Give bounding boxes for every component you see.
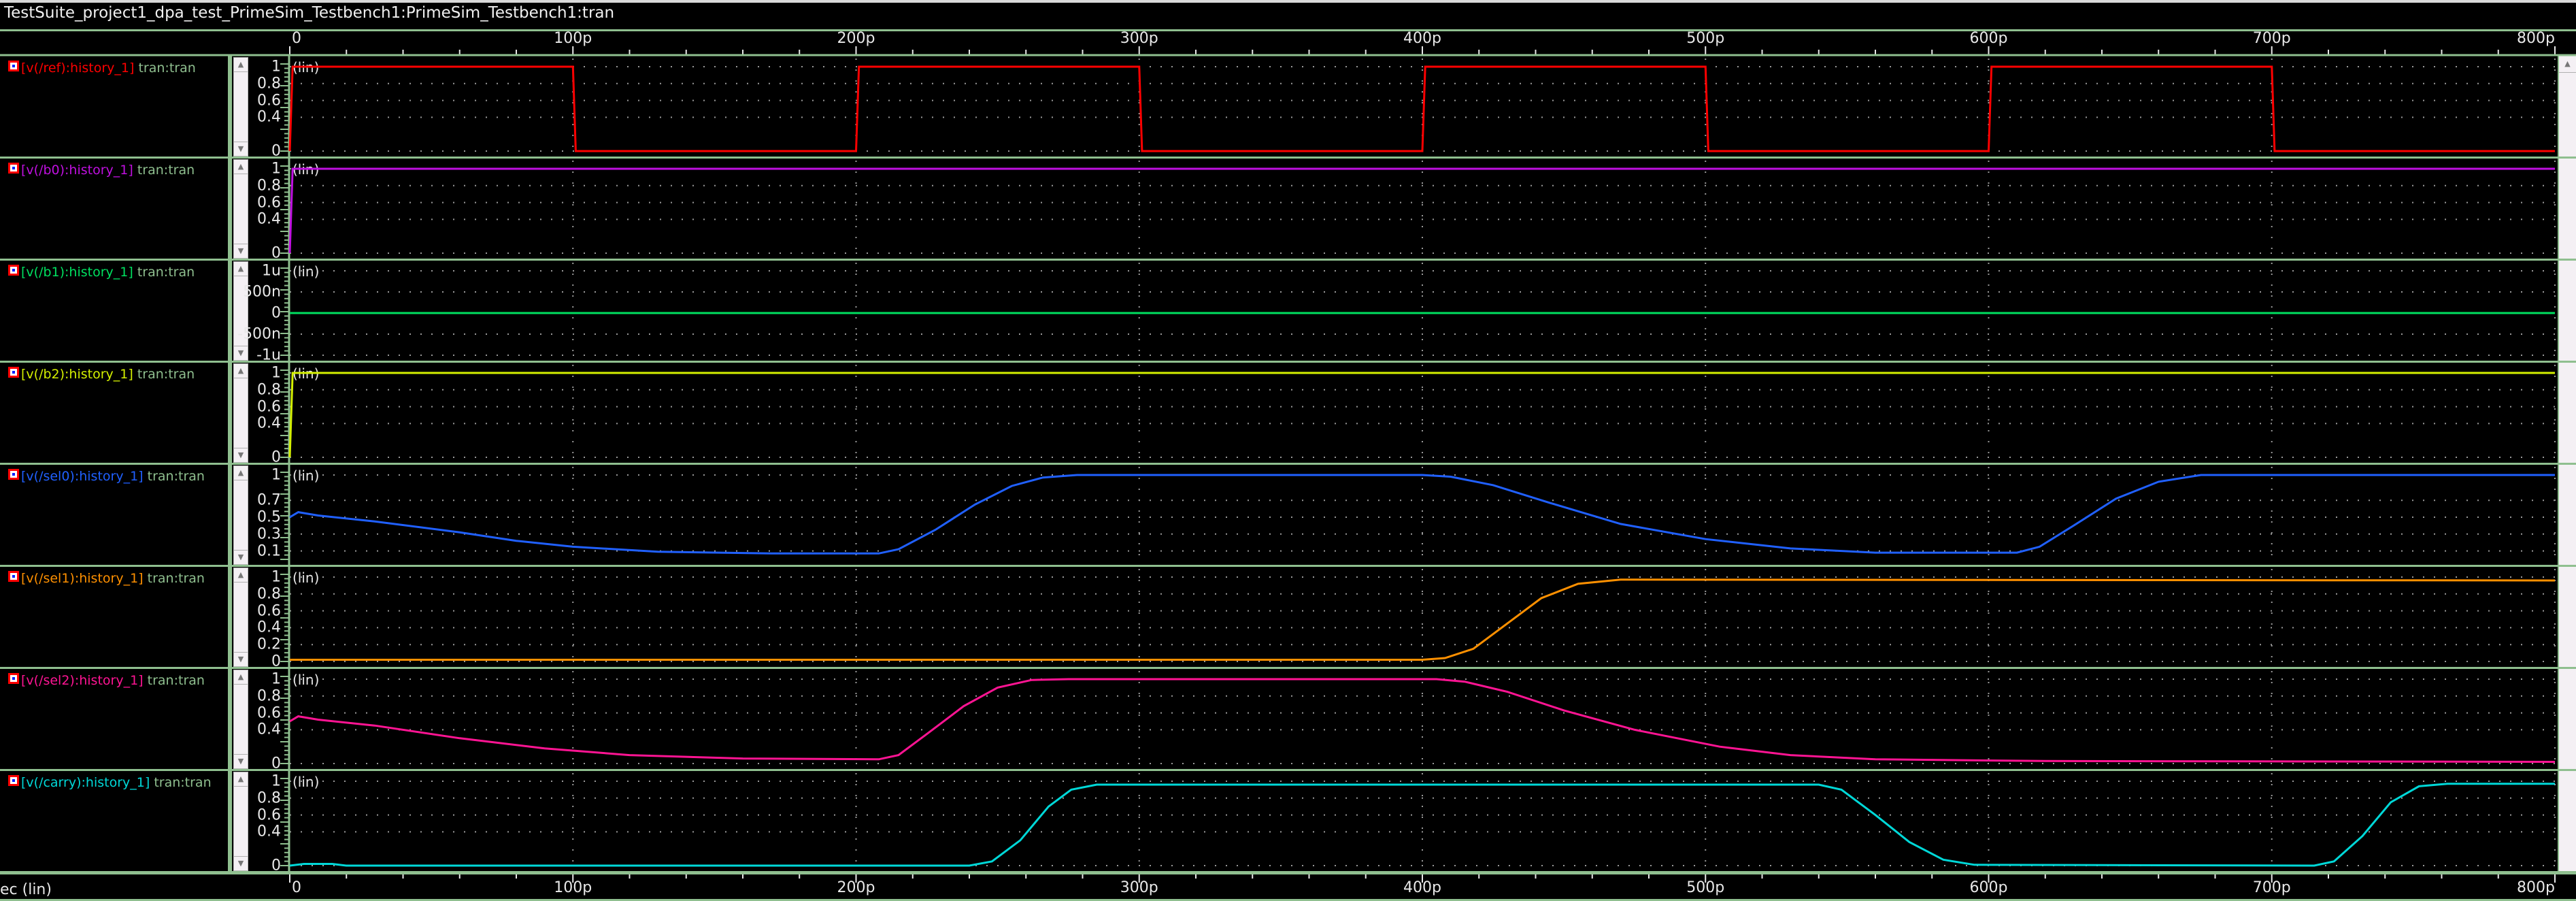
x-axis-top-label: 600p: [1969, 30, 2008, 47]
waveform-plot: [0, 46, 2576, 883]
x-axis-top-label: 0: [292, 30, 301, 47]
x-axis-bottom-label: 100p: [554, 879, 592, 896]
x-axis-bottom-label: 600p: [1969, 879, 2008, 896]
panel-separator: [0, 157, 2576, 159]
trace-line: [289, 474, 2555, 555]
x-axis-unit-label: ec (lin): [0, 881, 52, 898]
x-axis-top-label: 800p: [2517, 30, 2555, 47]
x-axis-top-label: 500p: [1686, 30, 1725, 47]
trace-line: [288, 167, 2555, 254]
panel-separator: [0, 871, 2576, 873]
x-axis-bottom-label: 500p: [1686, 879, 1725, 896]
x-axis-bottom-label: 400p: [1403, 879, 1441, 896]
x-axis-top-label: 400p: [1403, 30, 1441, 47]
x-axis-bottom-label: 800p: [2517, 879, 2555, 896]
panel-separator: [0, 565, 2576, 567]
panel-separator: [0, 259, 2576, 261]
trace-line: [288, 372, 2555, 458]
trace-line: [289, 678, 2556, 763]
panel-separator: [0, 361, 2576, 363]
x-axis-top-label: 300p: [1120, 30, 1158, 47]
x-axis-bottom-label: 200p: [837, 879, 875, 896]
x-axis-bottom-label: 0: [292, 879, 301, 896]
trace-line: [288, 65, 2555, 152]
x-axis-top-label: 700p: [2252, 30, 2291, 47]
x-axis-top-label: 100p: [554, 30, 592, 47]
panel-separator: [0, 667, 2576, 669]
x-axis-top-label: 200p: [837, 30, 875, 47]
panel-separator: [0, 769, 2576, 771]
x-axis-bottom-label: 300p: [1120, 879, 1158, 896]
panel-separator: [0, 463, 2576, 465]
x-axis-bottom-label: 700p: [2252, 879, 2291, 896]
